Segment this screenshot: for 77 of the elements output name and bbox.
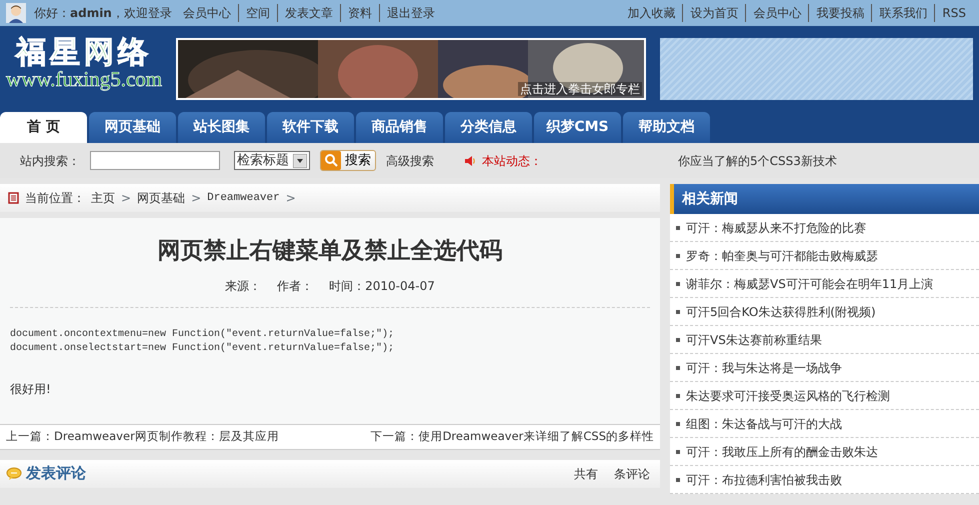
code-line: document.oncontextmenu=new Function("event.returnValue=false;"); [10,328,396,342]
news-item-link[interactable]: 可汗：梅威瑟从来不打危险的比赛 [686,218,866,236]
banner-caption: 点击进入拳击女郎专栏 [518,82,642,96]
news-label: 本站动态： [482,152,542,170]
bullet-icon [676,366,680,370]
nav-tab[interactable]: 网页基础 [89,112,176,143]
bullet-icon [676,394,680,398]
logo-title: 福星网络 [16,38,152,68]
news-item-link[interactable]: 朱达要求可汗接受奥运风格的飞行检测 [686,386,890,404]
comments-title: 发表评论 [26,463,86,484]
speech-bubble-icon [6,467,22,480]
nav-link-text[interactable]: 发表文章 [276,4,340,22]
news-item-link[interactable]: 可汗：我与朱达将是一场战争 [686,358,842,376]
speaker-icon [464,154,476,166]
site-link[interactable]: RSS [934,4,973,22]
previous-article-link[interactable]: 上一篇：Dreamweaver网页制作教程：层及其应用 [6,428,279,446]
news-item-link[interactable]: 可汗：布拉德利害怕被我击败 [686,470,842,488]
site-link[interactable]: 设为首页 [682,4,746,22]
nav-tab[interactable]: 帮助文档 [623,112,710,143]
nav-link-text[interactable]: 退出登录 [378,4,442,22]
breadcrumb-separator: > [191,190,202,207]
nav-link-text[interactable]: 空间 [238,4,277,22]
nav-tab[interactable]: 站长图集 [178,112,265,143]
code-line: document.onselectstart=new Function("event.returnValue=false;"); [10,342,396,356]
avatar-icon [6,3,26,23]
nav-tab[interactable]: 商品销售 [356,112,443,143]
news-item-link[interactable]: 谢菲尔：梅威瑟VS可汗可能会在明年11月上演 [686,274,934,292]
bullet-icon [676,226,680,230]
bullet-icon [676,310,680,314]
news-item-link[interactable]: 罗奇：帕奎奥与可汗都能击败梅威瑟 [686,246,878,264]
news-item-link[interactable]: 可汗：我敢压上所有的酬金击败朱达 [686,442,878,460]
nav-link-text[interactable]: 资料 [340,4,379,22]
bullet-icon [676,422,680,426]
news-item-link[interactable]: 可汗5回合KO朱达获得胜利(附视频) [686,302,876,320]
article-meta: 来源： [225,278,262,294]
news-item-link[interactable]: 可汗VS朱达赛前称重结果 [686,330,822,348]
comment-count-suffix: 条评论 [614,466,650,482]
logo-url: www.fuxing5.com [6,68,162,92]
article-meta: 作者： [277,278,314,294]
news-item-link[interactable]: 组图：朱达备战与可汗的大战 [686,414,842,432]
breadcrumb-link[interactable]: 网页基础 [137,189,186,207]
nav-tab[interactable]: 软件下载 [267,112,354,143]
next-article-link[interactable]: 下一篇：使用Dreamweaver来详细了解CSS的多样性 [370,428,654,446]
breadcrumb-label: 当前位置： [25,190,85,207]
banner[interactable]: 点击进入拳击女郎专栏 [176,38,646,100]
nav-tab[interactable]: 织梦CMS [534,112,621,143]
article-meta: 时间：2010-04-07 [329,278,435,294]
search-icon [321,151,341,170]
breadcrumb-separator: > [121,190,132,207]
site-link[interactable]: 会员中心 [745,4,808,22]
advanced-search-link[interactable]: 高级搜索 [386,152,434,170]
breadcrumb-link[interactable]: Dreamweaver [207,190,280,206]
site-link[interactable]: 我要投稿 [808,4,872,22]
bullet-icon [676,478,680,482]
dropdown-icon [293,154,307,168]
search-field[interactable] [90,151,220,170]
bullet-icon [676,450,680,454]
bullet-icon [676,338,680,342]
bullet-icon [676,282,680,286]
article-title: 网页禁止右键菜单及禁止全选代码 [156,236,504,266]
news-link[interactable]: 你应当了解的5个CSS3新技术 [678,152,837,170]
bullet-icon [676,254,680,258]
scope-select[interactable]: 检索标题 [234,151,310,170]
nav-tab[interactable]: 分类信息 [445,112,532,143]
site-link[interactable]: 联系我们 [871,4,934,22]
section-header: 相关新闻 [670,184,979,214]
search-button[interactable]: 搜索 [320,150,376,171]
nav-tab[interactable]: 首 页 [0,112,87,143]
article-body: 很好用! [10,380,52,398]
breadcrumb-separator: > [286,190,296,207]
document-icon [8,192,19,204]
site-link[interactable]: 加入收藏 [620,4,682,22]
greeting-text: 你好：admin，欢迎登录 [34,5,172,22]
search-label: 站内搜索： [20,152,80,170]
breadcrumb-link[interactable]: 主页 [91,189,115,207]
nav-link-text[interactable]: 会员中心 [176,4,238,22]
comment-count-prefix: 共有 [574,466,598,482]
